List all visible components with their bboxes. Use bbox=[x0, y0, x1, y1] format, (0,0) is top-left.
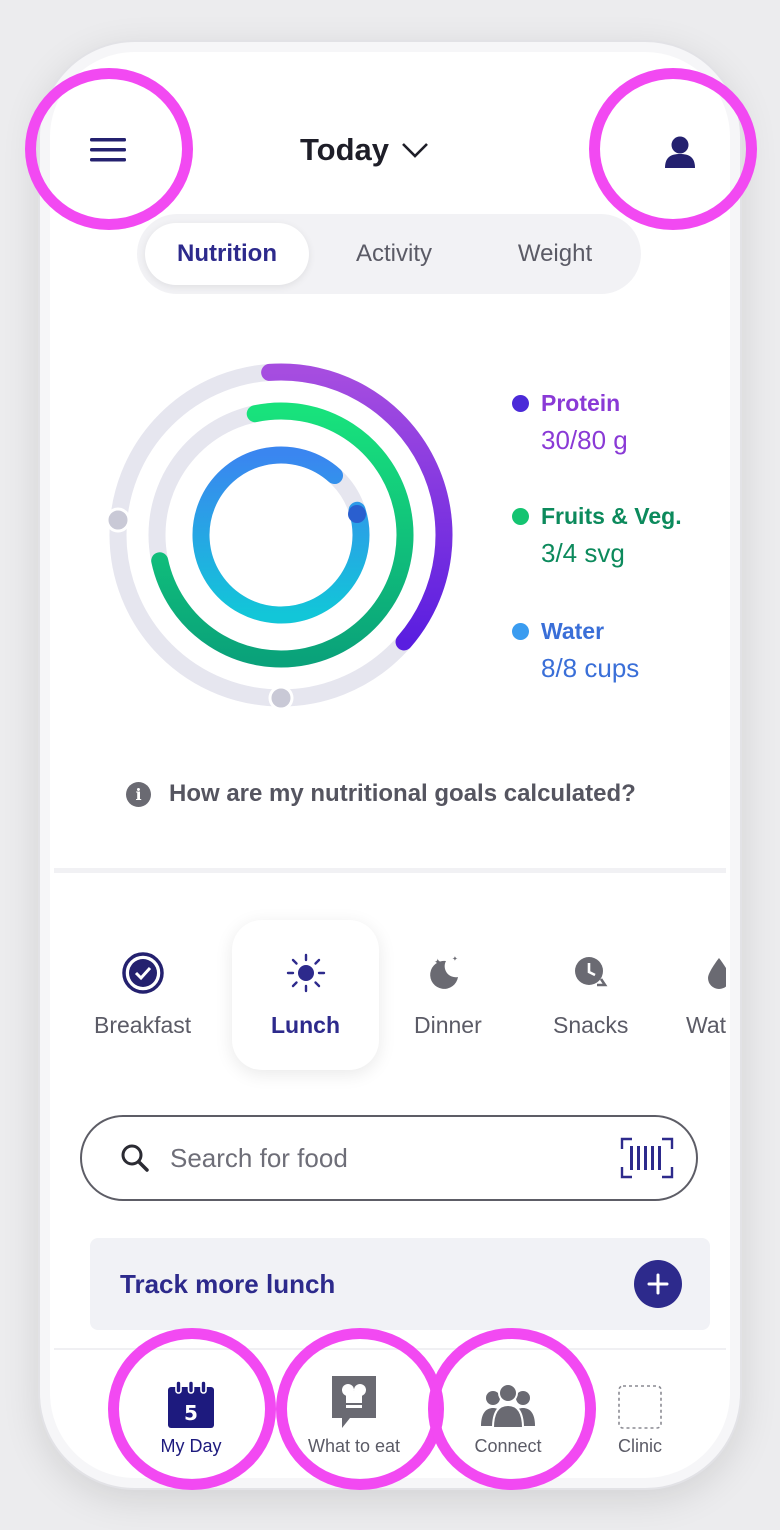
meal-tab-breakfast[interactable]: Breakfast bbox=[94, 948, 191, 1039]
fruits-veg-dot bbox=[512, 508, 529, 525]
track-more-row[interactable]: Track more lunch bbox=[90, 1238, 710, 1330]
calendar-day-number: 5 bbox=[184, 1401, 198, 1425]
fruits-veg-label: Fruits & Veg. bbox=[541, 503, 682, 529]
ring-knob-left bbox=[105, 507, 131, 533]
water-dot bbox=[512, 623, 529, 640]
profile-button[interactable] bbox=[652, 124, 708, 180]
fruits-veg-value: 3/4 svg bbox=[541, 538, 625, 568]
goals-info-text: How are my nutritional goals calculated? bbox=[169, 780, 636, 807]
sun-icon bbox=[286, 953, 325, 993]
water-value: 8/8 cups bbox=[541, 653, 640, 683]
meal-tab-lunch[interactable]: Lunch bbox=[271, 948, 340, 1039]
ring-knob-bottom bbox=[268, 685, 294, 711]
meal-tab-water[interactable]: Wat bbox=[686, 948, 726, 1039]
nav-label-clinic: Clinic bbox=[617, 1436, 662, 1456]
people-icon bbox=[481, 1383, 535, 1429]
goals-info-link[interactable]: i How are my nutritional goals calculate… bbox=[126, 780, 636, 808]
meal-label-snacks: Snacks bbox=[553, 1012, 629, 1038]
track-more-label: Track more lunch bbox=[120, 1268, 336, 1299]
svg-text:✦: ✦ bbox=[434, 958, 442, 968]
legend-fruits-veg: Fruits & Veg. 3/4 svg bbox=[512, 503, 682, 569]
search-input[interactable]: Search for food bbox=[170, 1143, 620, 1174]
date-selector[interactable]: Today bbox=[300, 128, 429, 172]
nav-what-to-eat[interactable]: What to eat bbox=[300, 1374, 408, 1457]
check-circle-icon bbox=[121, 952, 164, 994]
moon-icon: ✦ ✦ bbox=[430, 955, 458, 989]
search-icon bbox=[121, 1144, 149, 1172]
tab-weight[interactable]: Weight bbox=[479, 223, 631, 285]
nav-my-day[interactable]: 5 My Day bbox=[158, 1374, 224, 1457]
add-lunch-button[interactable] bbox=[634, 1260, 682, 1308]
hamburger-icon bbox=[90, 138, 126, 162]
water-label: Water bbox=[541, 618, 605, 644]
meal-tab-snacks[interactable]: Snacks bbox=[553, 948, 628, 1039]
info-icon: i bbox=[126, 781, 151, 807]
ring-knob-water bbox=[348, 505, 366, 523]
protein-label: Protein bbox=[541, 390, 621, 416]
nav-label-what-to-eat: What to eat bbox=[307, 1436, 401, 1456]
meal-label-water: Wat bbox=[686, 1012, 726, 1038]
food-search-box[interactable]: Search for food bbox=[80, 1115, 698, 1201]
legend-water: Water 8/8 cups bbox=[512, 618, 639, 684]
legend-protein: Protein 30/80 g bbox=[512, 390, 628, 456]
chevron-down-icon bbox=[402, 143, 428, 158]
tab-nutrition[interactable]: Nutrition bbox=[145, 223, 309, 285]
water-ring-progress bbox=[192, 446, 370, 624]
chef-book-icon bbox=[332, 1376, 376, 1428]
clock-icon bbox=[574, 957, 608, 987]
nav-connect[interactable]: Connect bbox=[468, 1374, 548, 1457]
user-icon bbox=[665, 136, 695, 168]
nutrition-rings-chart bbox=[105, 363, 453, 711]
meal-label-dinner: Dinner bbox=[414, 1012, 482, 1038]
meal-tab-dinner[interactable]: ✦ ✦ Dinner bbox=[414, 948, 482, 1039]
water-drop-icon bbox=[708, 958, 726, 989]
view-tabs: Nutrition Activity Weight bbox=[137, 214, 641, 294]
protein-dot bbox=[512, 395, 529, 412]
calendar-icon: 5 bbox=[168, 1380, 214, 1428]
section-divider bbox=[54, 868, 726, 873]
tab-activity[interactable]: Activity bbox=[309, 223, 479, 285]
clinic-placeholder-icon bbox=[618, 1385, 662, 1429]
barcode-scan-icon[interactable] bbox=[620, 1137, 674, 1179]
meal-label-breakfast: Breakfast bbox=[94, 1012, 192, 1038]
plus-icon bbox=[647, 1273, 669, 1295]
nav-clinic[interactable]: Clinic bbox=[610, 1374, 670, 1457]
svg-text:✦: ✦ bbox=[452, 955, 458, 963]
menu-button[interactable] bbox=[80, 126, 136, 174]
meal-label-lunch: Lunch bbox=[271, 1012, 340, 1038]
page-title: Today bbox=[300, 132, 389, 167]
protein-value: 30/80 g bbox=[541, 425, 628, 455]
nav-label-my-day: My Day bbox=[160, 1436, 222, 1456]
nav-label-connect: Connect bbox=[474, 1436, 542, 1456]
